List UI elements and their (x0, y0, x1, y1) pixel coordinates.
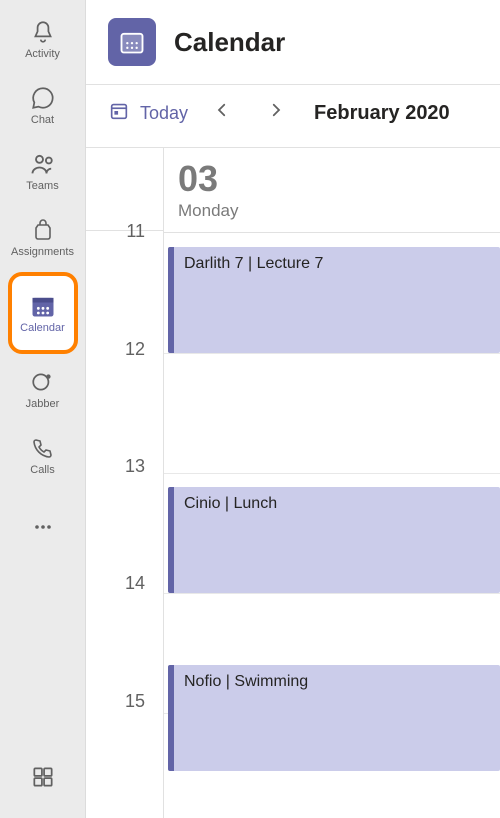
time-gutter: 11 12 13 14 15 (86, 148, 164, 818)
chevron-left-icon (213, 101, 231, 125)
nav-more[interactable] (8, 496, 78, 558)
nav-jabber[interactable]: Jabber (8, 358, 78, 420)
nav-label: Teams (26, 180, 58, 192)
next-button[interactable] (256, 93, 296, 133)
nav-label: Activity (25, 48, 60, 60)
month-label: February 2020 (314, 102, 450, 125)
calendar-event[interactable]: Nofio | Swimming (168, 665, 500, 771)
nav-label: Assignments (11, 246, 74, 258)
nav-apps[interactable] (8, 746, 78, 808)
nav-label: Jabber (26, 398, 60, 410)
calendar-grid: 11 12 13 14 15 03 Monday Darlith 7 | Lec… (86, 148, 500, 818)
time-label: 15 (86, 701, 163, 818)
app-rail: Activity Chat Teams Assignments Calendar… (0, 0, 86, 818)
today-button[interactable]: Today (108, 100, 188, 127)
nav-activity[interactable]: Activity (8, 8, 78, 70)
main-content: Calendar Today February 2020 11 12 13 (86, 0, 500, 818)
apps-icon (29, 763, 57, 791)
calendar-event[interactable]: Cinio | Lunch (168, 487, 500, 593)
day-name: Monday (178, 201, 486, 221)
assignments-icon (29, 216, 57, 244)
nav-calls[interactable]: Calls (8, 424, 78, 486)
nav-label: Chat (31, 114, 54, 126)
event-title: Nofio | Swimming (184, 673, 308, 690)
slots-area[interactable]: Darlith 7 | Lecture 7 Cinio | Lunch Nofi… (164, 233, 500, 818)
activity-icon (29, 18, 57, 46)
event-title: Cinio | Lunch (184, 495, 277, 512)
day-header: 03 Monday (164, 148, 500, 233)
day-number: 03 (178, 159, 486, 199)
calls-icon (29, 434, 57, 462)
today-label: Today (140, 103, 188, 124)
time-label: 12 (86, 349, 163, 466)
time-label: 13 (86, 466, 163, 583)
calendar-event[interactable]: Darlith 7 | Lecture 7 (168, 247, 500, 353)
page-title: Calendar (174, 27, 285, 58)
nav-calendar[interactable]: Calendar (8, 272, 78, 354)
chat-icon (29, 84, 57, 112)
page-header: Calendar (86, 0, 500, 84)
more-icon (29, 513, 57, 541)
nav-label: Calls (30, 464, 54, 476)
teams-icon (29, 150, 57, 178)
today-icon (108, 100, 130, 127)
jabber-icon (29, 368, 57, 396)
day-column[interactable]: 03 Monday Darlith 7 | Lecture 7 Cinio | … (164, 148, 500, 818)
event-title: Darlith 7 | Lecture 7 (184, 255, 323, 272)
nav-teams[interactable]: Teams (8, 140, 78, 202)
prev-button[interactable] (202, 93, 242, 133)
calendar-app-icon (108, 18, 156, 66)
nav-assignments[interactable]: Assignments (8, 206, 78, 268)
nav-chat[interactable]: Chat (8, 74, 78, 136)
calendar-icon (29, 292, 57, 320)
nav-label: Calendar (20, 322, 65, 334)
time-label: 11 (86, 231, 163, 348)
calendar-toolbar: Today February 2020 (86, 85, 500, 148)
chevron-right-icon (267, 101, 285, 125)
time-label: 14 (86, 583, 163, 700)
